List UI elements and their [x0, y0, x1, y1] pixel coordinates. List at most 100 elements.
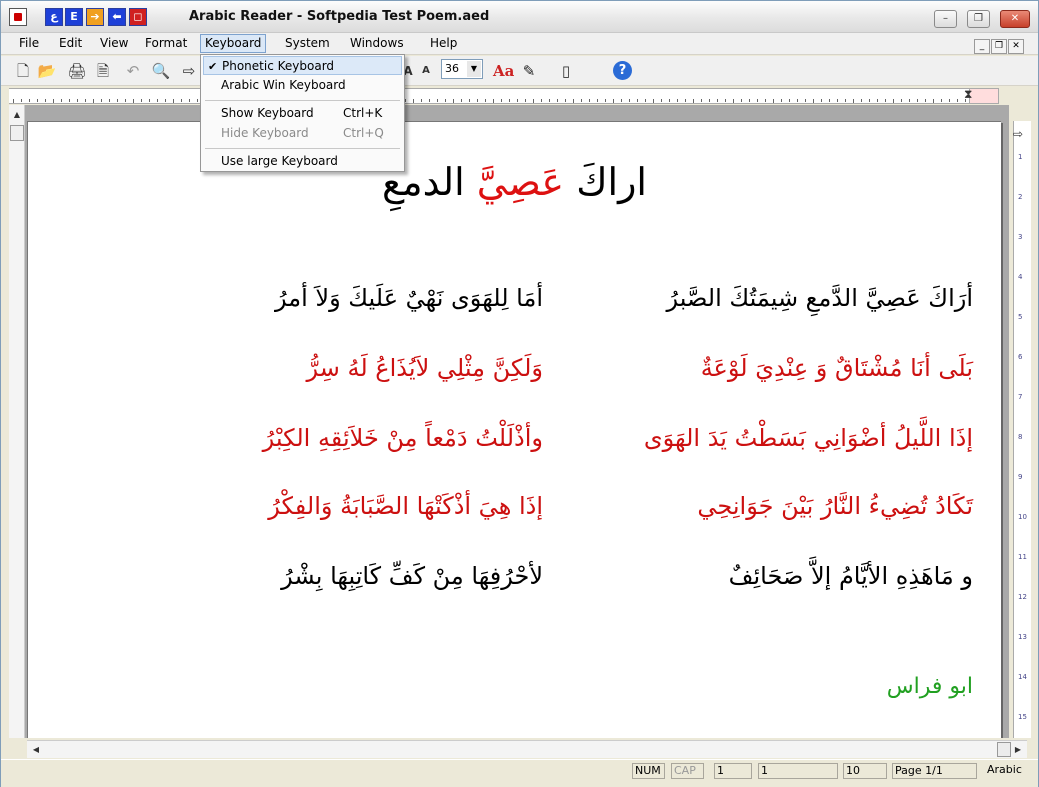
menu-windows[interactable]: Windows: [346, 36, 408, 50]
close-button[interactable]: ✕: [1000, 10, 1030, 28]
menu-item-label: Arabic Win Keyboard: [221, 78, 346, 92]
ruler-number: 13: [1018, 633, 1027, 641]
ruler-number: 9: [1018, 473, 1023, 481]
poem-line: و مَاهَذِهِ الأيَّامُ إلاَّ صَحَائِفٌ لأح…: [133, 562, 973, 590]
poem-hemistich: إذَا اللَّيلُ أضْوَانِي بَسَطْتُ يَدَ ال…: [643, 424, 973, 452]
ruler-number: 6: [1018, 353, 1023, 361]
ruler-tick: [517, 99, 518, 102]
ruler-tick: [597, 99, 598, 102]
font-color-icon[interactable]: Aa: [493, 61, 514, 81]
ruler-tick: [37, 99, 38, 102]
arabic-mode-icon[interactable]: ع: [45, 8, 63, 26]
ruler-tick: [445, 99, 446, 102]
print-preview-icon[interactable]: 🗎: [93, 61, 113, 81]
menu-format[interactable]: Format: [141, 36, 191, 50]
menu-item-show-keyboard[interactable]: Show Keyboard Ctrl+K: [203, 104, 402, 123]
ruler-tick: [749, 99, 750, 102]
undo-icon[interactable]: ↶: [123, 61, 143, 81]
menu-file[interactable]: File: [15, 36, 43, 50]
open-icon[interactable]: 📂: [37, 61, 57, 81]
ruler-tick: [437, 99, 438, 102]
ruler-tick: [869, 99, 870, 102]
back-arrow-icon[interactable]: ⬅: [108, 8, 126, 26]
help-icon[interactable]: ?: [613, 61, 632, 80]
chevron-down-icon[interactable]: ▼: [467, 61, 481, 77]
menu-item-shortcut: Ctrl+Q: [343, 126, 384, 140]
ruler-tick: [669, 99, 670, 102]
ruler-tick: [677, 99, 678, 102]
ruler-tick: [181, 99, 182, 102]
menu-item-label: Show Keyboard: [221, 106, 314, 120]
horizontal-ruler: [9, 88, 999, 104]
forward-arrow-icon[interactable]: ➔: [86, 8, 104, 26]
ruler-number: 14: [1018, 673, 1027, 681]
arrow-icon[interactable]: ⇨: [179, 61, 199, 81]
poem-hemistich: وأذْلَلْتُ دَمْعاً مِنْ خَلاَئِقِهِ الكِ…: [262, 424, 543, 452]
scroll-thumb[interactable]: [997, 742, 1011, 757]
ruler-tick: [621, 99, 622, 102]
mdi-minimize-button[interactable]: _: [974, 39, 990, 54]
poem-hemistich: بَلَى أنَا مُشْتَاقٌ وَ عِنْدِيَ لَوْعَة…: [700, 354, 973, 382]
document-page[interactable]: اراكَ عَصِيَّ الدمعِ أرَاكَ عَصِيَّ الدَ…: [27, 121, 1001, 738]
ruler-tick: [813, 99, 814, 103]
vertical-scrollbar[interactable]: ▲: [9, 105, 25, 738]
ruler-tick: [485, 99, 486, 102]
scroll-up-icon[interactable]: ▲: [9, 107, 25, 123]
app-icon[interactable]: [9, 8, 27, 26]
status-column: 1: [758, 763, 838, 779]
menu-item-use-large-keyboard[interactable]: Use large Keyboard: [203, 152, 402, 171]
ruler-tick: [941, 99, 942, 102]
english-mode-icon[interactable]: E: [65, 8, 83, 26]
ruler-tick: [901, 99, 902, 102]
menu-item-arabic-win-keyboard[interactable]: Arabic Win Keyboard: [203, 76, 402, 95]
poem-title: اراكَ عَصِيَّ الدمعِ: [28, 160, 1001, 204]
menu-help[interactable]: Help: [426, 36, 461, 50]
menu-item-phonetic-keyboard[interactable]: ✔ Phonetic Keyboard: [203, 56, 402, 75]
ruler-tick: [565, 99, 566, 102]
page-icon[interactable]: ▯: [556, 61, 576, 81]
font-shrink-icon[interactable]: A: [416, 61, 436, 81]
ruler-tick: [765, 99, 766, 102]
scroll-left-icon[interactable]: ◀: [29, 742, 43, 757]
indent-marker[interactable]: ⧗: [964, 87, 972, 102]
print-icon[interactable]: 🖨: [67, 61, 87, 81]
ruler-tick: [661, 99, 662, 102]
ruler-tick: [557, 99, 558, 102]
scroll-right-icon[interactable]: ▶: [1011, 742, 1025, 757]
poem-author: ابو فراس: [886, 674, 973, 699]
menu-system[interactable]: System: [281, 36, 334, 50]
restore-button[interactable]: ❐: [967, 10, 990, 28]
ruler-tick: [861, 99, 862, 102]
ruler-tick: [405, 99, 406, 102]
ruler-tick: [605, 99, 606, 102]
poem-hemistich: أرَاكَ عَصِيَّ الدَّمعِ شِيمَتُكَ الصَّب…: [666, 284, 973, 312]
new-icon[interactable]: 🗋: [13, 61, 33, 81]
ruler-number: 8: [1018, 433, 1023, 441]
ruler-number: 12: [1018, 593, 1027, 601]
ruler-tick: [509, 99, 510, 102]
highlight-icon[interactable]: ✎: [519, 61, 539, 81]
menu-keyboard[interactable]: Keyboard: [200, 34, 267, 53]
ruler-tick: [821, 99, 822, 102]
menu-view[interactable]: View: [96, 36, 132, 50]
mdi-restore-button[interactable]: ❐: [991, 39, 1007, 54]
scroll-thumb[interactable]: [10, 125, 24, 141]
ruler-tick: [629, 99, 630, 102]
vertical-ruler-marker[interactable]: ⇨: [1013, 127, 1023, 141]
menu-edit[interactable]: Edit: [55, 36, 86, 50]
stop-icon[interactable]: ◻: [129, 8, 147, 26]
status-cap: CAP: [671, 763, 704, 779]
poem-hemistich: إذَا هِيَ أذْكَتْهَا الصَّبَابَةُ وَالفِ…: [268, 492, 543, 520]
menu-separator: [205, 100, 400, 101]
minimize-button[interactable]: –: [934, 10, 957, 28]
poem-hemistich: و مَاهَذِهِ الأيَّامُ إلاَّ صَحَائِفٌ: [728, 562, 973, 590]
ruler-tick: [701, 99, 702, 102]
font-size-select[interactable]: 36 ▼: [441, 59, 483, 79]
ruler-tick: [909, 99, 910, 102]
ruler-tick: [133, 99, 134, 103]
ruler-tick: [773, 99, 774, 103]
horizontal-scrollbar[interactable]: ◀ ▶: [27, 740, 1027, 758]
mdi-close-button[interactable]: ✕: [1008, 39, 1024, 54]
find-icon[interactable]: 🔍: [151, 61, 171, 81]
ruler-tick: [725, 99, 726, 102]
